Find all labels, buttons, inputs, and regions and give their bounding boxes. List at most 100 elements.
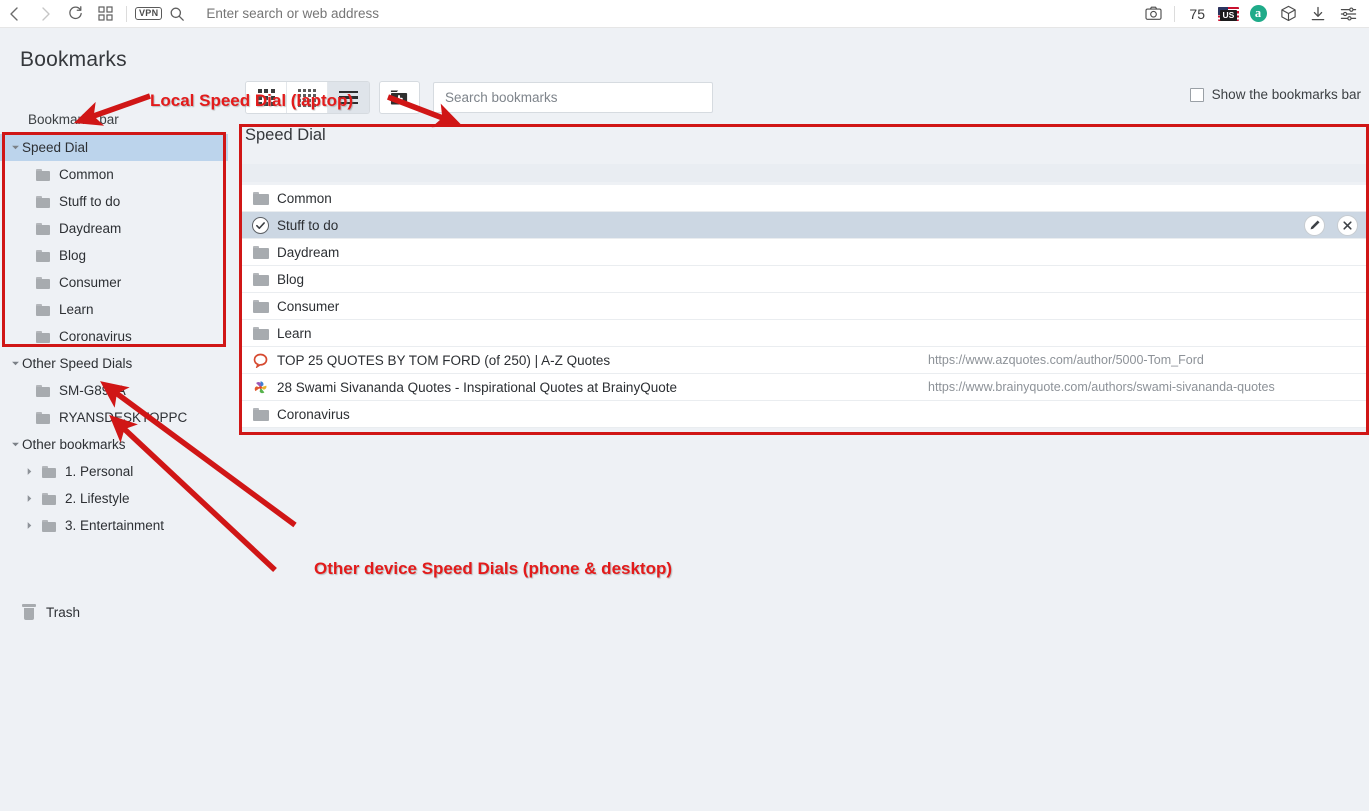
annotation-label-other-speed-dials: Other device Speed Dials (phone & deskto… (314, 559, 673, 578)
folder-icon (253, 299, 270, 313)
table-row[interactable]: Learn (242, 320, 1368, 347)
folder-icon (36, 303, 50, 316)
table-row[interactable]: 28 Swami Sivananda Quotes - Inspirationa… (242, 374, 1368, 401)
vpn-badge[interactable]: VPN (135, 7, 163, 20)
sidebar-item-coronavirus[interactable]: Coronavirus (0, 323, 228, 350)
list-view-icon (339, 90, 358, 105)
sidebar-item-consumer[interactable]: Consumer (0, 269, 228, 296)
back-button[interactable] (0, 1, 30, 27)
view-mode-list-button[interactable] (328, 82, 369, 113)
view-mode-small-grid-button[interactable] (287, 82, 328, 113)
forward-button[interactable] (30, 1, 60, 27)
sidebar-item-lifestyle[interactable]: 2. Lifestyle (0, 485, 228, 512)
folder-icon (42, 492, 56, 505)
show-bookmarks-bar-control[interactable]: Show the bookmarks bar (1189, 87, 1361, 102)
new-folder-icon (390, 90, 408, 105)
sidebar-item-daydream[interactable]: Daydream (0, 215, 228, 242)
vpn-location-flag-icon[interactable]: US (1213, 1, 1243, 27)
check-circle-icon[interactable] (252, 216, 270, 234)
search-icon[interactable] (162, 1, 192, 27)
easy-setup-icon[interactable] (1333, 1, 1363, 27)
table-row[interactable]: Common (242, 185, 1368, 212)
row-title: Coronavirus (277, 406, 350, 422)
chevron-down-icon[interactable] (8, 440, 22, 449)
toolbar-divider (126, 5, 127, 22)
search-bookmarks-input[interactable] (434, 83, 712, 112)
table-row[interactable]: Coronavirus (242, 401, 1368, 428)
chevron-down-icon[interactable] (8, 143, 22, 152)
sidebar-item-personal[interactable]: 1. Personal (0, 458, 228, 485)
sidebar-item-entertainment[interactable]: 3. Entertainment (0, 512, 228, 539)
panel-title: Speed Dial (245, 126, 326, 144)
pencil-edit-icon[interactable] (1304, 214, 1325, 236)
view-mode-toggle-group (246, 82, 369, 113)
sidebar-item-common[interactable]: Common (0, 161, 228, 188)
sidebar-item-label: Daydream (59, 221, 122, 236)
search-bookmarks-box[interactable] (433, 82, 713, 113)
sidebar-item-label: Consumer (59, 275, 122, 290)
sidebar-item-label: Common (59, 167, 114, 182)
folder-icon (36, 222, 50, 235)
row-title: Daydream (277, 244, 340, 260)
row-title: Stuff to do (277, 217, 339, 233)
chevron-right-icon[interactable] (22, 494, 36, 503)
sidebar-item-other-bookmarks[interactable]: Other bookmarks (0, 431, 228, 458)
folder-icon (36, 249, 50, 262)
folder-icon (253, 191, 270, 205)
bookmarks-list-panel: Speed Dial Common Stuff to do Daydream B… (240, 122, 1369, 434)
sidebar-item-learn[interactable]: Learn (0, 296, 228, 323)
folder-icon (253, 326, 270, 340)
row-title: Common (277, 190, 332, 206)
chevron-right-icon[interactable] (22, 467, 36, 476)
folder-icon (253, 245, 270, 259)
bookmarks-row-list: Common Stuff to do Daydream Blog Consume… (242, 185, 1368, 428)
flag-country-code: US (1220, 9, 1237, 21)
sidebar-item-bookmarks-bar[interactable]: Bookmarks bar (28, 112, 119, 127)
new-folder-button[interactable] (380, 82, 419, 113)
download-icon[interactable] (1303, 1, 1333, 27)
table-row[interactable]: TOP 25 QUOTES BY TOM FORD (of 250) | A-Z… (242, 347, 1368, 374)
row-title: TOP 25 QUOTES BY TOM FORD (of 250) | A-Z… (277, 352, 611, 368)
tab-grid-icon[interactable] (90, 1, 120, 27)
sidebar-item-stuff-to-do[interactable]: Stuff to do (0, 188, 228, 215)
folder-icon (42, 465, 56, 478)
sidebar-item-other-speed-dials[interactable]: Other Speed Dials (0, 350, 228, 377)
reload-button[interactable] (60, 1, 90, 27)
camera-icon[interactable] (1138, 1, 1168, 27)
sidebar-item-label: Other bookmarks (22, 437, 126, 452)
folder-icon (36, 276, 50, 289)
bookmarks-manager-page: VPN 75 US a (0, 0, 1369, 811)
table-row[interactable]: Stuff to do (242, 212, 1368, 239)
sidebar-item-label: 2. Lifestyle (65, 491, 130, 506)
table-row[interactable]: Blog (242, 266, 1368, 293)
chevron-right-icon[interactable] (22, 521, 36, 530)
cube-icon[interactable] (1273, 1, 1303, 27)
sidebar-item-label: Trash (46, 604, 81, 620)
chevron-down-icon[interactable] (8, 359, 22, 368)
row-title: Consumer (277, 298, 340, 314)
sidebar-item-label: Blog (59, 248, 87, 263)
sidebar-item-ryansdesktoppc[interactable]: RYANSDESKTOPPC (0, 404, 228, 431)
zoom-level-indicator[interactable]: 75 (1181, 6, 1213, 22)
bookmarks-sidebar: Bookmarks bar Speed Dial Common Stuff to… (0, 108, 228, 811)
address-bar-input[interactable] (192, 5, 1139, 22)
table-row[interactable]: Consumer (242, 293, 1368, 320)
view-mode-large-grid-button[interactable] (246, 82, 287, 113)
sidebar-item-speed-dial[interactable]: Speed Dial (0, 134, 228, 161)
sidebar-item-trash[interactable]: Trash (22, 604, 80, 620)
azquotes-favicon (253, 353, 270, 368)
row-url: https://www.brainyquote.com/authors/swam… (928, 380, 1275, 394)
sidebar-item-sm-g892a[interactable]: SM-G892A (0, 377, 228, 404)
toolbar-right-actions: 75 US a (1138, 1, 1369, 27)
toolbar-divider-2 (1174, 5, 1176, 22)
sidebar-item-blog[interactable]: Blog (0, 242, 228, 269)
table-row[interactable]: Daydream (242, 239, 1368, 266)
browser-toolbar: VPN 75 US a (0, 0, 1369, 28)
folder-icon (42, 519, 56, 532)
folder-icon (253, 272, 270, 286)
sidebar-item-label: Speed Dial (22, 140, 89, 155)
amazon-extension-icon[interactable]: a (1243, 1, 1273, 27)
show-bookmarks-bar-checkbox[interactable] (1189, 87, 1204, 102)
close-x-icon[interactable] (1337, 214, 1358, 236)
row-title: Blog (277, 271, 305, 287)
